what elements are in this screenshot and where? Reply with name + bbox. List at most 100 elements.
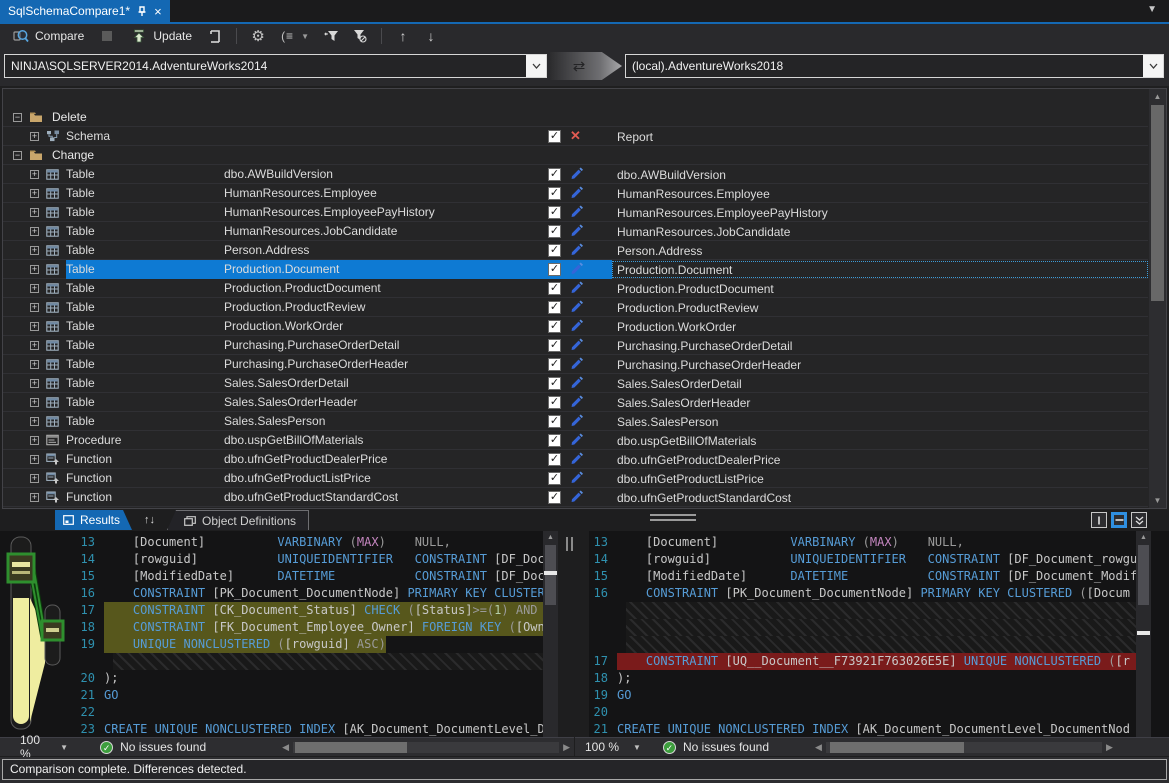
table-row[interactable]: +Functiondbo.ufnGetProductListPrice✓dbo.… [3, 469, 1148, 488]
scrollbar-thumb[interactable] [545, 545, 556, 605]
include-checkbox[interactable]: ✓ [548, 396, 561, 409]
scrollbar-thumb[interactable] [1151, 105, 1164, 301]
tab-results[interactable]: Results [55, 510, 132, 530]
scroll-down-icon[interactable]: ▼ [1149, 496, 1166, 505]
include-checkbox[interactable]: ✓ [548, 168, 561, 181]
include-checkbox[interactable]: ✓ [548, 453, 561, 466]
expand-toggle-icon[interactable]: + [30, 170, 39, 179]
table-row[interactable]: +TableProduction.WorkOrder✓Production.Wo… [3, 317, 1148, 336]
expand-toggle-icon[interactable]: + [30, 246, 39, 255]
grid-vertical-scrollbar[interactable]: ▲ ▼ [1149, 89, 1166, 508]
filter-icon[interactable] [323, 27, 341, 45]
expand-toggle-icon[interactable]: + [30, 417, 39, 426]
expand-toggle-icon[interactable]: + [30, 227, 39, 236]
stop-icon[interactable] [98, 27, 116, 45]
expand-toggle-icon[interactable]: + [30, 436, 39, 445]
source-definition-pane[interactable]: 13 [Document] VARBINARY (MAX) NULL,14 [r… [0, 531, 558, 737]
table-row[interactable]: +Functiondbo.ufnGetProductDealerPrice✓db… [3, 450, 1148, 469]
target-horizontal-scrollbar[interactable]: ◀ ▶ [811, 742, 1117, 753]
source-vertical-scrollbar[interactable]: ▲ [543, 531, 558, 737]
zoom-level-select[interactable]: 100 % ▼ [575, 740, 641, 754]
expand-toggle-icon[interactable]: + [30, 189, 39, 198]
include-checkbox[interactable]: ✓ [548, 263, 561, 276]
table-row[interactable]: +TablePurchasing.PurchaseOrderDetail✓Pur… [3, 336, 1148, 355]
table-row[interactable]: +Functiondbo.ufnGetProductStandardCost✓d… [3, 488, 1148, 507]
scrollbar-thumb[interactable] [1138, 545, 1149, 605]
collapse-toggle-icon[interactable]: − [13, 151, 22, 160]
expand-toggle-icon[interactable]: + [30, 379, 39, 388]
expand-toggle-icon[interactable]: + [30, 322, 39, 331]
pin-icon[interactable] [137, 6, 147, 17]
expand-toggle-icon[interactable]: + [30, 474, 39, 483]
sort-order-icon[interactable]: ↑↓ [136, 510, 163, 530]
collapse-toggle-icon[interactable]: − [13, 113, 22, 122]
previous-difference-icon[interactable]: ↑ [394, 27, 412, 45]
expand-toggle-icon[interactable]: + [30, 493, 39, 502]
table-row[interactable]: +TableHumanResources.EmployeePayHistory✓… [3, 203, 1148, 222]
scroll-left-icon[interactable]: ◀ [278, 742, 293, 753]
include-checkbox[interactable]: ✓ [548, 301, 561, 314]
table-row[interactable]: +TablePerson.Address✓Person.Address [3, 241, 1148, 260]
include-checkbox[interactable]: ✓ [548, 130, 561, 143]
table-row[interactable]: +TableHumanResources.Employee✓HumanResou… [3, 184, 1148, 203]
include-checkbox[interactable]: ✓ [548, 358, 561, 371]
table-row[interactable]: +Proceduredbo.uspGetBillOfMaterials✓dbo.… [3, 431, 1148, 450]
expand-toggle-icon[interactable]: + [30, 303, 39, 312]
split-horizontal-icon[interactable] [1111, 512, 1127, 528]
table-row[interactable]: +Schema✓✕Report [3, 127, 1148, 146]
table-row[interactable]: +TableProduction.ProductDocument✓Product… [3, 279, 1148, 298]
table-row[interactable]: +TableSales.SalesPerson✓Sales.SalesPerso… [3, 412, 1148, 431]
table-row[interactable]: +TableProduction.ProductReview✓Productio… [3, 298, 1148, 317]
include-checkbox[interactable]: ✓ [548, 187, 561, 200]
target-database-select[interactable]: (local).AdventureWorks2018 [625, 54, 1164, 78]
expand-toggle-icon[interactable]: + [30, 455, 39, 464]
document-tab[interactable]: SqlSchemaCompare1* × [0, 0, 170, 22]
scroll-left-icon[interactable]: ◀ [811, 742, 826, 753]
panel-splitter-grip[interactable] [650, 514, 696, 521]
target-vertical-scrollbar[interactable]: ▲ [1136, 531, 1151, 737]
table-row[interactable]: +TableSales.SalesOrderHeader✓Sales.Sales… [3, 393, 1148, 412]
include-checkbox[interactable]: ✓ [548, 377, 561, 390]
inline-diff-icon[interactable] [1131, 512, 1147, 528]
chevron-down-icon[interactable] [526, 55, 546, 77]
include-checkbox[interactable]: ✓ [548, 491, 561, 504]
options-gear-icon[interactable]: ⚙ [249, 27, 267, 45]
generate-script-icon[interactable] [206, 27, 224, 45]
include-checkbox[interactable]: ✓ [548, 320, 561, 333]
clear-filter-icon[interactable] [351, 27, 369, 45]
include-checkbox[interactable]: ✓ [548, 282, 561, 295]
update-button[interactable]: Update [126, 25, 196, 47]
include-checkbox[interactable]: ✓ [548, 434, 561, 447]
scroll-up-icon[interactable]: ▲ [543, 534, 558, 541]
chevron-down-icon[interactable] [1143, 55, 1163, 77]
pane-splitter[interactable] [558, 531, 589, 737]
include-checkbox[interactable]: ✓ [548, 244, 561, 257]
source-horizontal-scrollbar[interactable]: ◀ ▶ [278, 742, 574, 753]
include-checkbox[interactable]: ✓ [548, 225, 561, 238]
group-by-button[interactable]: (≡ ▼ [277, 27, 313, 45]
include-checkbox[interactable]: ✓ [548, 415, 561, 428]
next-difference-icon[interactable]: ↓ [422, 27, 440, 45]
expand-toggle-icon[interactable]: + [30, 341, 39, 350]
expand-toggle-icon[interactable]: + [30, 284, 39, 293]
table-row[interactable]: +Tabledbo.AWBuildVersion✓dbo.AWBuildVers… [3, 165, 1148, 184]
include-checkbox[interactable]: ✓ [548, 472, 561, 485]
scrollbar-thumb[interactable] [295, 742, 407, 753]
scroll-right-icon[interactable]: ▶ [1102, 742, 1117, 753]
scroll-up-icon[interactable]: ▲ [1149, 92, 1166, 101]
split-vertical-icon[interactable] [1091, 512, 1107, 528]
group-row[interactable]: −Delete [3, 108, 1148, 127]
scroll-up-icon[interactable]: ▲ [1136, 534, 1151, 541]
scroll-right-icon[interactable]: ▶ [559, 742, 574, 753]
include-checkbox[interactable]: ✓ [548, 339, 561, 352]
swap-direction-icon[interactable]: ⇄ [573, 57, 586, 75]
expand-toggle-icon[interactable]: + [30, 398, 39, 407]
table-row[interactable]: +TableProduction.Document✓Production.Doc… [3, 260, 1148, 279]
table-row[interactable]: +TablePurchasing.PurchaseOrderHeader✓Pur… [3, 355, 1148, 374]
expand-toggle-icon[interactable]: + [30, 360, 39, 369]
expand-toggle-icon[interactable]: + [30, 265, 39, 274]
source-database-select[interactable]: NINJA\SQLSERVER2014.AdventureWorks2014 [4, 54, 547, 78]
compare-button[interactable]: Compare [8, 25, 88, 47]
table-row[interactable]: +TableSales.SalesOrderDetail✓Sales.Sales… [3, 374, 1148, 393]
include-checkbox[interactable]: ✓ [548, 206, 561, 219]
